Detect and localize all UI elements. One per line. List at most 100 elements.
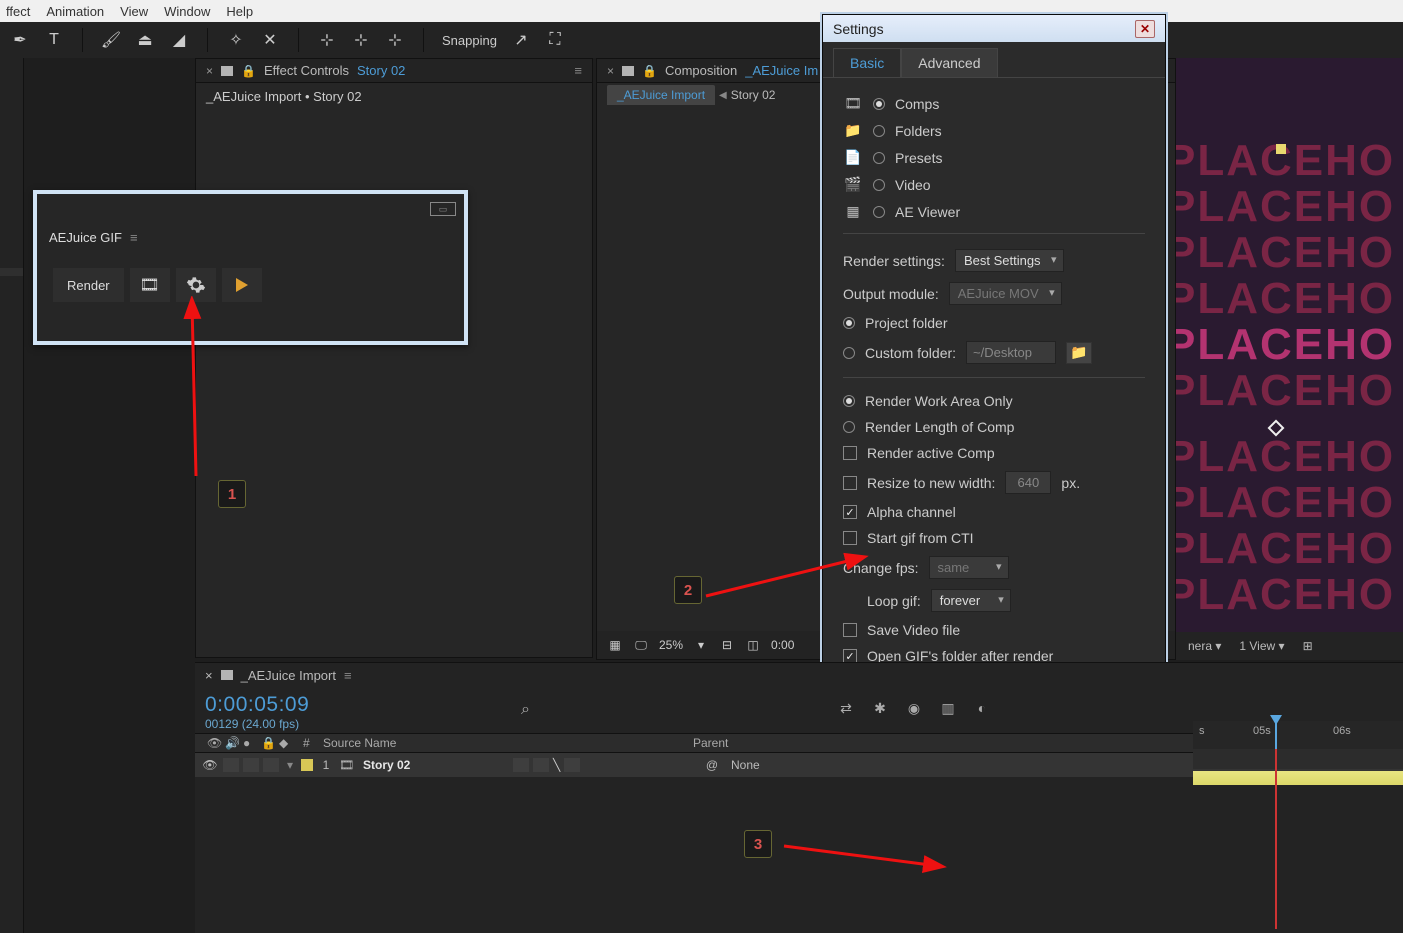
close-tab-icon[interactable]: × bbox=[206, 64, 213, 78]
snapping-label[interactable]: Snapping bbox=[442, 33, 497, 48]
motion-blur-icon[interactable]: ◐ bbox=[973, 699, 991, 717]
solo-col-icon[interactable]: ● bbox=[237, 736, 255, 750]
pen-tool-icon[interactable]: ✒ bbox=[10, 30, 30, 50]
check-resize[interactable] bbox=[843, 476, 857, 490]
aejuice-gif-tab[interactable]: AEJuice GIF ≡ bbox=[37, 224, 464, 250]
radio-folders[interactable] bbox=[873, 125, 885, 137]
resize-width-input[interactable]: 640 bbox=[1005, 471, 1051, 494]
switch-shy[interactable] bbox=[513, 758, 529, 772]
zoom-level[interactable]: 25% bbox=[659, 638, 683, 652]
radio-project-folder[interactable] bbox=[843, 317, 855, 329]
search-icon[interactable]: ⌕ bbox=[521, 701, 530, 719]
switch-fx[interactable] bbox=[564, 758, 580, 772]
chevron-down-icon[interactable]: ▾ bbox=[693, 637, 709, 653]
play-button[interactable] bbox=[222, 268, 262, 302]
panel-menu-icon[interactable]: ≡ bbox=[130, 230, 138, 245]
radio-render-length[interactable] bbox=[843, 421, 855, 433]
switch-quality[interactable]: ╲ bbox=[553, 758, 560, 772]
resolution-icon[interactable]: ⊟ bbox=[719, 637, 735, 653]
lock-icon[interactable]: 🔒 bbox=[241, 64, 256, 78]
monitor-icon[interactable]: 🖵 bbox=[633, 637, 649, 653]
timeline-tab[interactable]: × _AEJuice Import ≡ bbox=[195, 663, 1403, 687]
check-alpha-channel[interactable] bbox=[843, 505, 857, 519]
roto-tool-icon[interactable]: ✧ bbox=[226, 30, 246, 50]
eye-col-icon[interactable]: 👁 bbox=[201, 736, 219, 750]
tab-basic[interactable]: Basic bbox=[833, 48, 901, 77]
view-count-dropdown[interactable]: 1 View ▾ bbox=[1239, 639, 1284, 653]
change-fps-select[interactable]: same bbox=[929, 556, 1009, 579]
custom-folder-input[interactable]: ~/Desktop bbox=[966, 341, 1056, 364]
frame-blend-icon[interactable]: ▥ bbox=[939, 699, 957, 717]
check-open-folder[interactable] bbox=[843, 649, 857, 663]
layer-name[interactable]: Story 02 bbox=[359, 758, 509, 772]
check-start-cti[interactable] bbox=[843, 531, 857, 545]
menu-help[interactable]: Help bbox=[226, 4, 253, 19]
eye-toggle-icon[interactable]: 👁 bbox=[201, 758, 219, 772]
effect-controls-comp-link[interactable]: Story 02 bbox=[357, 63, 405, 78]
browse-folder-button[interactable]: 📁 bbox=[1066, 342, 1092, 364]
breadcrumb-tab-other[interactable]: Story 02 bbox=[731, 88, 776, 102]
timeline-layer-bar[interactable] bbox=[1193, 771, 1403, 785]
snap-bounds-icon[interactable]: ⛶ bbox=[545, 30, 565, 50]
menu-view[interactable]: View bbox=[120, 4, 148, 19]
settings-titlebar[interactable]: Settings ✕ bbox=[823, 15, 1165, 42]
timeline-ruler[interactable]: s 05s 06s bbox=[1193, 721, 1403, 749]
bbox-handle[interactable] bbox=[1276, 144, 1286, 154]
menu-window[interactable]: Window bbox=[164, 4, 210, 19]
audio-col-icon[interactable]: 🔊 bbox=[219, 736, 237, 750]
region-icon[interactable]: ◫ bbox=[745, 637, 761, 653]
render-settings-select[interactable]: Best Settings bbox=[955, 249, 1064, 272]
project-panel-collapsed[interactable] bbox=[0, 58, 24, 933]
loop-gif-select[interactable]: forever bbox=[931, 589, 1011, 612]
text-tool-icon[interactable]: T bbox=[44, 30, 64, 50]
pickwhip-icon[interactable]: @ bbox=[697, 758, 727, 772]
parent-dropdown[interactable]: None bbox=[731, 758, 791, 772]
panel-menu-icon[interactable]: ≡ bbox=[574, 63, 582, 78]
output-module-select[interactable]: AEJuice MOV bbox=[949, 282, 1062, 305]
switch-collapse[interactable] bbox=[533, 758, 549, 772]
radio-video[interactable] bbox=[873, 179, 885, 191]
panel-collapse-icon[interactable]: ▭ bbox=[430, 202, 456, 216]
camera-dropdown[interactable]: nera ▾ bbox=[1188, 639, 1221, 653]
check-render-active[interactable] bbox=[843, 446, 857, 460]
solo-toggle[interactable] bbox=[243, 758, 259, 772]
shy-icon[interactable]: ✱ bbox=[871, 699, 889, 717]
current-timecode[interactable]: 0:00:05:09 bbox=[205, 693, 309, 716]
composition-comp-link[interactable]: _AEJuice Im bbox=[745, 63, 818, 78]
view-options-icon[interactable]: ⊞ bbox=[1303, 639, 1313, 653]
radio-custom-folder[interactable] bbox=[843, 347, 855, 359]
check-save-video[interactable] bbox=[843, 623, 857, 637]
output-module-button[interactable]: 🎞 bbox=[130, 268, 170, 302]
pin-tool-icon[interactable]: ✕ bbox=[260, 30, 280, 50]
source-name-header[interactable]: Source Name bbox=[317, 736, 487, 750]
tab-advanced[interactable]: Advanced bbox=[901, 48, 997, 77]
viewport[interactable]: PLACEHO PLACEHO PLACEHO PLACEHO PLACEHO … bbox=[1176, 58, 1403, 660]
menu-effect[interactable]: ffect bbox=[6, 4, 30, 19]
window-close-icon[interactable]: ✕ bbox=[1135, 20, 1155, 38]
panel-menu-icon[interactable]: ≡ bbox=[344, 668, 352, 683]
axis-local-icon[interactable]: ⊹ bbox=[317, 30, 337, 50]
breadcrumb-tab-active[interactable]: _AEJuice Import bbox=[607, 85, 715, 105]
stamp-tool-icon[interactable]: ⏏ bbox=[135, 30, 155, 50]
lock-toggle[interactable] bbox=[263, 758, 279, 772]
snap-edge-icon[interactable]: ↗ bbox=[511, 30, 531, 50]
axis-world-icon[interactable]: ⊹ bbox=[351, 30, 371, 50]
radio-aeviewer[interactable] bbox=[873, 206, 885, 218]
lock-col-icon[interactable]: 🔒 bbox=[255, 736, 273, 750]
eraser-tool-icon[interactable]: ◢ bbox=[169, 30, 189, 50]
menu-animation[interactable]: Animation bbox=[46, 4, 104, 19]
effect-controls-tab[interactable]: × 🔒 Effect Controls Story 02 ≡ bbox=[196, 59, 592, 83]
layer-label-color[interactable] bbox=[301, 759, 313, 771]
brush-tool-icon[interactable]: 🖌 bbox=[101, 30, 121, 50]
close-tab-icon[interactable]: × bbox=[607, 64, 614, 78]
radio-presets[interactable] bbox=[873, 152, 885, 164]
render-button[interactable]: Render bbox=[53, 268, 124, 302]
twirl-icon[interactable]: ▾ bbox=[283, 758, 297, 772]
close-tab-icon[interactable]: × bbox=[205, 668, 213, 683]
label-col-icon[interactable]: ◆ bbox=[273, 736, 297, 750]
graph-editor-icon[interactable]: ⇄ bbox=[837, 699, 855, 717]
lock-icon[interactable]: 🔒 bbox=[642, 64, 657, 78]
radio-render-work-area[interactable] bbox=[843, 395, 855, 407]
axis-view-icon[interactable]: ⊹ bbox=[385, 30, 405, 50]
radio-comps[interactable] bbox=[873, 98, 885, 110]
